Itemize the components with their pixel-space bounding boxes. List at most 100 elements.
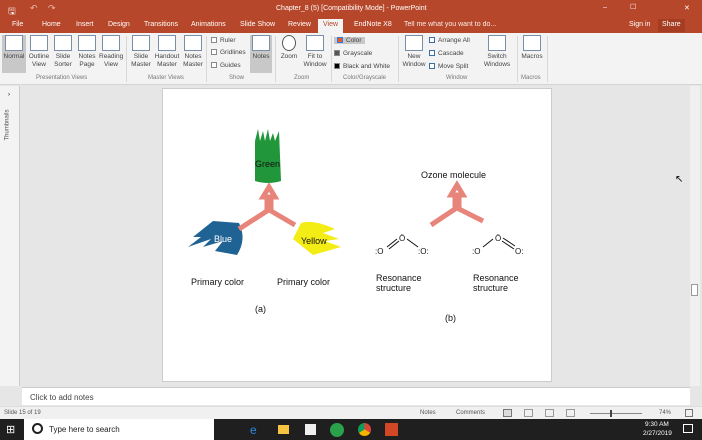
reading-view-button[interactable]: Reading View [99, 35, 123, 69]
macros-button[interactable]: Macros [520, 35, 544, 61]
share-button[interactable]: Share [658, 19, 685, 32]
store-icon[interactable] [305, 424, 316, 435]
ruler-checkbox[interactable]: Ruler [211, 37, 236, 44]
notes-page-icon [78, 35, 96, 51]
tab-design[interactable]: Design [108, 21, 130, 28]
notes-toggle[interactable]: Notes [420, 410, 436, 416]
normal-view-button[interactable]: Normal [2, 35, 26, 73]
group-label: Presentation Views [36, 75, 88, 81]
tab-animations[interactable]: Animations [191, 21, 226, 28]
tab-file[interactable]: File [12, 21, 23, 28]
arrange-all-button[interactable]: Arrange All [429, 37, 470, 44]
primary-color-label: Primary color [191, 277, 245, 287]
zoom-button[interactable]: Zoom [278, 35, 300, 61]
clock-time[interactable]: 9:30 AM [645, 421, 669, 428]
undo-icon[interactable]: ↶ [30, 3, 38, 14]
tab-slide-show[interactable]: Slide Show [240, 21, 275, 28]
minimize-button[interactable]: – [603, 4, 607, 11]
app-icon[interactable] [330, 423, 344, 437]
edge-icon[interactable]: e [250, 423, 257, 437]
slide-master-icon [132, 35, 150, 51]
thumbnails-pane[interactable]: › Thumbnails [0, 86, 20, 386]
vertical-scrollbar[interactable] [690, 86, 700, 386]
notes-button[interactable]: Notes [250, 35, 272, 73]
cascade-button[interactable]: Cascade [429, 50, 464, 57]
tab-home[interactable]: Home [42, 21, 61, 28]
macros-icon [523, 35, 541, 51]
slide-counter: Slide 15 of 19 [4, 410, 41, 416]
title-bar: 🖫 ↶ ↷ Chapter_8 (5) [Compatibility Mode]… [0, 0, 702, 18]
color-option[interactable]: Color [334, 37, 365, 44]
redo-icon[interactable]: ↷ [48, 3, 56, 14]
group-label: Macros [521, 75, 541, 81]
scrollbar-thumb[interactable] [691, 284, 698, 296]
notes-page-button[interactable]: Notes Page [76, 35, 98, 69]
green-paint-shape [255, 129, 281, 183]
group-label: Master Views [148, 75, 184, 81]
divider [206, 36, 207, 82]
outline-view-button[interactable]: Outline View [28, 35, 50, 69]
comments-toggle[interactable]: Comments [456, 410, 485, 416]
slide-sorter-icon[interactable] [524, 409, 533, 417]
yellow-label: Yellow [301, 236, 327, 246]
svg-text:Ö: Ö [495, 234, 501, 243]
maximize-button[interactable]: ☐ [630, 3, 636, 11]
divider [331, 36, 332, 82]
fit-to-window-button[interactable]: Fit to Window [302, 35, 328, 69]
black-white-option[interactable]: Black and White [334, 63, 390, 70]
svg-text::O: :O [472, 247, 480, 256]
slide-canvas[interactable]: :O Ö:O: :O Ö O: Green Blue Yellow Primary… [162, 88, 552, 382]
grayscale-option[interactable]: Grayscale [334, 50, 372, 57]
svg-text::O:: :O: [418, 247, 429, 256]
group-label: Window [446, 75, 468, 81]
tab-insert[interactable]: Insert [76, 21, 94, 28]
chrome-icon[interactable] [358, 423, 371, 436]
notification-icon[interactable] [683, 424, 693, 433]
reading-view-icon[interactable] [545, 409, 554, 417]
tab-view[interactable]: View [318, 19, 344, 33]
normal-view-icon[interactable] [503, 409, 512, 417]
additive-arrow-a [237, 182, 297, 232]
divider [398, 36, 399, 82]
expand-chevron-icon[interactable]: › [8, 92, 10, 98]
windows-start-icon[interactable]: ⊞ [6, 423, 15, 436]
new-window-icon [405, 35, 423, 51]
tab-review[interactable]: Review [288, 21, 311, 28]
close-button[interactable]: ✕ [684, 4, 690, 12]
move-split-button[interactable]: Move Split [429, 63, 468, 70]
switch-windows-button[interactable]: Switch Windows [481, 35, 513, 69]
slideshow-icon[interactable] [566, 409, 575, 417]
handout-master-button[interactable]: Handout Master [154, 35, 180, 69]
mouse-cursor-icon: ↖ [675, 174, 684, 185]
divider [547, 36, 548, 82]
divider [517, 36, 518, 82]
handout-master-icon [158, 35, 176, 51]
zoom-level[interactable]: 74% [659, 410, 671, 416]
tell-me-search[interactable]: Tell me what you want to do... [404, 21, 496, 28]
sign-in-link[interactable]: Sign in [629, 21, 650, 28]
resonance-label: Resonance structure [376, 273, 422, 293]
file-explorer-icon[interactable] [278, 425, 289, 434]
slide-master-button[interactable]: Slide Master [130, 35, 152, 69]
slide-sorter-button[interactable]: Slide Sorter [52, 35, 74, 69]
fit-slide-icon[interactable] [685, 409, 693, 417]
taskbar-search[interactable]: Type here to search [24, 419, 214, 440]
tab-transitions[interactable]: Transitions [144, 21, 178, 28]
clock-date[interactable]: 2/27/2019 [643, 430, 672, 437]
green-label: Green [255, 159, 281, 169]
guides-checkbox[interactable]: Guides [211, 62, 241, 69]
tab-endnote[interactable]: EndNote X8 [354, 21, 392, 28]
notes-pane[interactable]: Click to add notes [22, 387, 690, 405]
window-title: Chapter_8 (5) [Compatibility Mode] - Pow… [276, 5, 427, 12]
caption-b: (b) [445, 313, 456, 323]
gridlines-checkbox[interactable]: Gridlines [211, 49, 246, 56]
zoom-slider-thumb[interactable] [610, 410, 612, 417]
normal-view-icon [5, 35, 23, 51]
notes-master-icon [184, 35, 202, 51]
notes-master-button[interactable]: Notes Master [182, 35, 204, 69]
status-bar: Slide 15 of 19 Notes Comments 74% [0, 406, 702, 419]
powerpoint-icon[interactable] [385, 423, 398, 436]
magnifier-icon [282, 35, 296, 51]
new-window-button[interactable]: New Window [401, 35, 427, 69]
zoom-slider[interactable] [590, 410, 642, 417]
